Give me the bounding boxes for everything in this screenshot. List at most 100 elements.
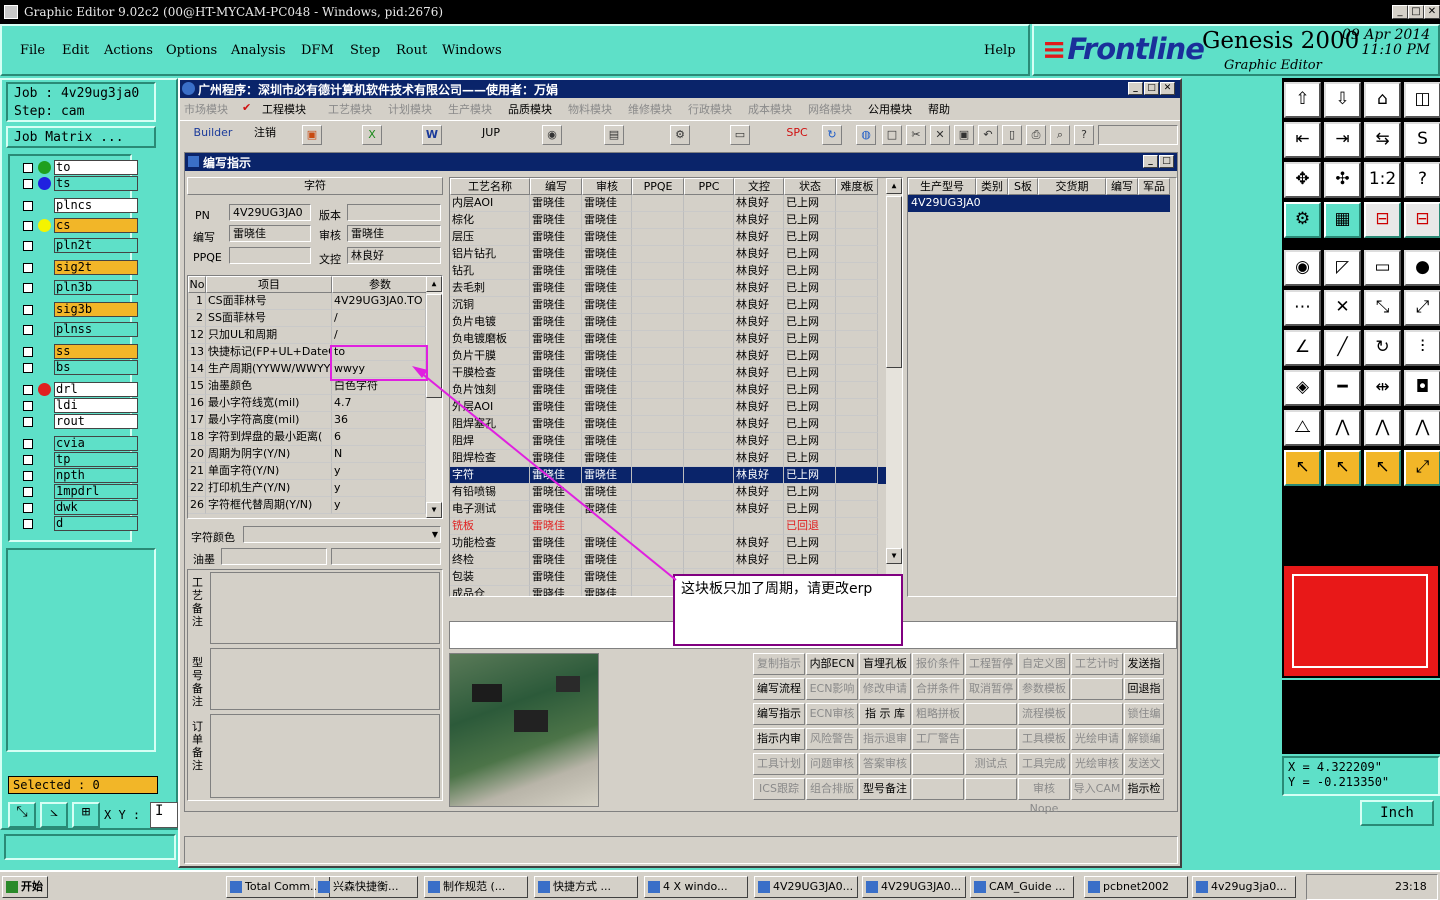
layer-name[interactable]: 1mpdrl <box>54 484 138 499</box>
tool-palette-icon[interactable]: ⤢ <box>1404 450 1440 486</box>
tool-palette-icon[interactable]: ⊟ <box>1404 202 1440 238</box>
board-preview[interactable] <box>1282 564 1440 678</box>
layer-row[interactable]: pln3b <box>20 280 138 295</box>
menu-rout[interactable]: Rout <box>396 43 427 58</box>
layer-row[interactable]: drl <box>20 382 138 397</box>
layer-checkbox[interactable] <box>23 503 33 513</box>
taskbar-item[interactable]: 4V29UG3JA0... <box>862 876 966 898</box>
menu-windows[interactable]: Windows <box>442 43 502 58</box>
layer-row[interactable]: bs <box>20 360 138 375</box>
menu-help[interactable]: Help <box>984 43 1016 58</box>
layer-checkbox[interactable] <box>23 283 33 293</box>
layer-name[interactable]: npth <box>54 468 138 483</box>
maximize-icon[interactable]: □ <box>1408 5 1424 19</box>
layer-name[interactable]: rout <box>54 414 138 429</box>
tool-palette-icon[interactable]: ⇥ <box>1324 122 1361 158</box>
tool-palette-icon[interactable]: ▦ <box>1324 202 1361 238</box>
layer-name[interactable]: pln2t <box>54 238 138 253</box>
layer-checkbox[interactable] <box>23 401 33 411</box>
tool-palette-icon[interactable]: ⋯ <box>1284 290 1321 326</box>
layer-name[interactable]: dwk <box>54 500 138 515</box>
menu-edit[interactable]: Edit <box>62 43 89 58</box>
tool-palette-icon[interactable]: ⚙ <box>1284 202 1321 238</box>
layer-name[interactable]: bs <box>54 360 138 375</box>
layer-name[interactable]: plncs <box>54 198 138 213</box>
tool-palette-icon[interactable]: S <box>1404 122 1440 158</box>
tool-palette-icon[interactable]: ◈ <box>1284 370 1321 406</box>
taskbar-item[interactable]: 4v29ug3ja0... <box>1192 876 1296 898</box>
layer-name[interactable]: d <box>54 516 138 531</box>
layer-checkbox[interactable] <box>23 179 33 189</box>
layer-name[interactable]: ts <box>54 176 138 191</box>
layer-row[interactable]: 1mpdrl <box>20 484 138 499</box>
layer-row[interactable]: rout <box>20 414 138 429</box>
layer-checkbox[interactable] <box>23 363 33 373</box>
tool-palette-icon[interactable]: ⋀ <box>1404 410 1440 446</box>
layer-name[interactable]: sig2t <box>54 260 138 275</box>
measure-icon[interactable]: ⦣ <box>40 802 68 828</box>
tool-palette-icon[interactable]: ◫ <box>1404 82 1440 118</box>
layer-checkbox[interactable] <box>23 163 33 173</box>
layer-row[interactable]: d <box>20 516 138 531</box>
layer-row[interactable]: ldi <box>20 398 138 413</box>
close-icon[interactable]: ✕ <box>1424 5 1440 19</box>
unit-button[interactable]: Inch <box>1360 800 1434 826</box>
tool-palette-icon[interactable]: ↻ <box>1364 330 1401 366</box>
menu-dfm[interactable]: DFM <box>301 43 334 58</box>
layer-row[interactable]: tp <box>20 452 138 467</box>
xy-input[interactable]: I <box>150 802 178 828</box>
layer-row[interactable]: ts <box>20 176 138 191</box>
tool-palette-icon[interactable]: ⋀ <box>1324 410 1361 446</box>
layer-row[interactable]: dwk <box>20 500 138 515</box>
tool-palette-icon[interactable]: ⇤ <box>1284 122 1321 158</box>
layer-row[interactable]: to <box>20 160 138 175</box>
layer-row[interactable]: ss <box>20 344 138 359</box>
tool-palette-icon[interactable]: ⤢ <box>1404 290 1440 326</box>
tool-palette-icon[interactable]: ◘ <box>1404 370 1440 406</box>
tool-palette-icon[interactable]: ⇹ <box>1364 370 1401 406</box>
layer-checkbox[interactable] <box>23 417 33 427</box>
layer-checkbox[interactable] <box>23 325 33 335</box>
layer-name[interactable]: plnss <box>54 322 138 337</box>
layer-checkbox[interactable] <box>23 455 33 465</box>
tool-palette-icon[interactable]: ⫶ <box>1404 330 1440 366</box>
tool-palette-icon[interactable]: ? <box>1404 162 1440 198</box>
layer-row[interactable]: cvia <box>20 436 138 451</box>
layer-row[interactable]: plnss <box>20 322 138 337</box>
layer-checkbox[interactable] <box>23 439 33 449</box>
tool-palette-icon[interactable]: ⋀ <box>1364 410 1401 446</box>
layer-row[interactable]: cs <box>20 218 138 233</box>
tool-palette-icon[interactable]: ✣ <box>1324 162 1361 198</box>
tool-palette-icon[interactable]: ⤡ <box>1364 290 1401 326</box>
tool-palette-icon[interactable]: ↖ <box>1364 450 1401 486</box>
layer-checkbox[interactable] <box>23 241 33 251</box>
layer-row[interactable]: sig3b <box>20 302 138 317</box>
menu-actions[interactable]: Actions <box>104 43 153 58</box>
taskbar-item[interactable]: pcbnet2002 <box>1084 876 1188 898</box>
tool-palette-icon[interactable]: ◸ <box>1324 250 1361 286</box>
tool-palette-icon[interactable]: ⊟ <box>1364 202 1401 238</box>
taskbar-item[interactable]: 兴森快捷衡... <box>314 876 418 898</box>
layer-name[interactable]: tp <box>54 452 138 467</box>
layer-name[interactable]: sig3b <box>54 302 138 317</box>
layer-checkbox[interactable] <box>23 385 33 395</box>
layer-name[interactable]: to <box>54 160 138 175</box>
tool-palette-icon[interactable]: 1:2 <box>1364 162 1401 198</box>
layer-checkbox[interactable] <box>23 519 33 529</box>
taskbar-item[interactable]: 快捷方式 ... <box>534 876 638 898</box>
tool-palette-icon[interactable]: ⇧ <box>1284 82 1321 118</box>
tool-palette-icon[interactable]: ● <box>1404 250 1440 286</box>
tool-palette-icon[interactable]: ↖ <box>1324 450 1361 486</box>
tool-palette-icon[interactable]: ∠ <box>1284 330 1321 366</box>
tool-palette-icon[interactable]: ✕ <box>1324 290 1361 326</box>
layer-name[interactable]: drl <box>54 382 138 397</box>
tool-palette-icon[interactable]: ◉ <box>1284 250 1321 286</box>
layer-checkbox[interactable] <box>23 305 33 315</box>
command-line[interactable] <box>4 834 176 860</box>
taskbar-item[interactable]: CAM_Guide ... <box>970 876 1074 898</box>
tool-palette-icon[interactable]: ✥ <box>1284 162 1321 198</box>
menu-analysis[interactable]: Analysis <box>231 43 286 58</box>
layer-checkbox[interactable] <box>23 201 33 211</box>
taskbar-item[interactable]: 制作规范 (... <box>424 876 528 898</box>
tool-palette-icon[interactable]: ▭ <box>1364 250 1401 286</box>
